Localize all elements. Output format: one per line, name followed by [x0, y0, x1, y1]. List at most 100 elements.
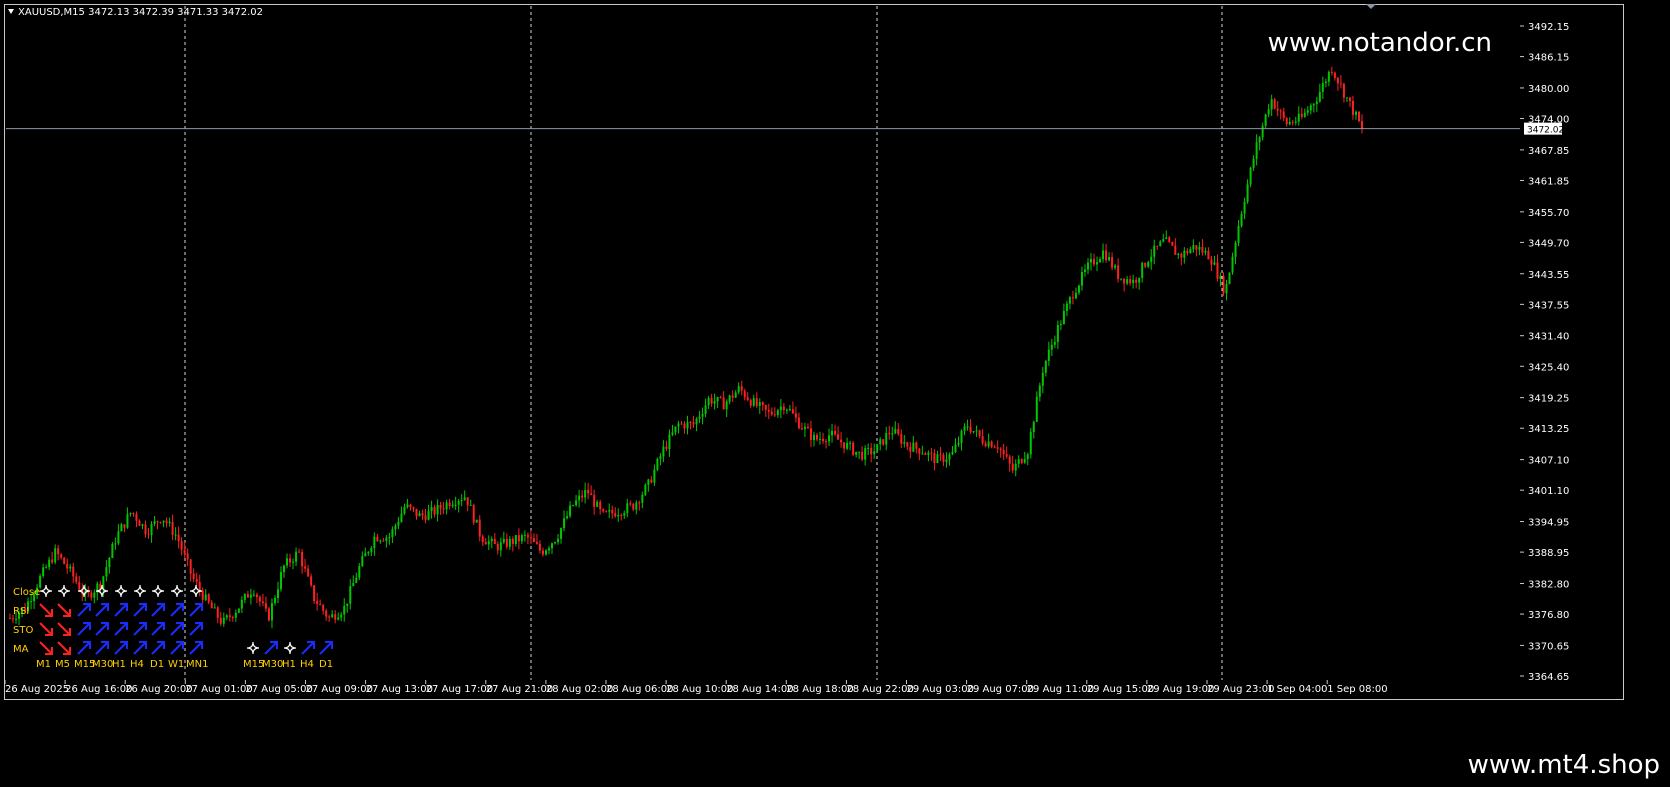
price-axis-label: 3394.95 [1528, 518, 1569, 529]
time-axis-label: 27 Aug 05:00 [245, 684, 312, 695]
candle-body [1312, 104, 1315, 106]
candle-body [698, 416, 701, 419]
candle-body [843, 442, 846, 449]
candle-body [168, 521, 171, 524]
candle-body [614, 513, 617, 517]
indicator-row-label: MA [13, 644, 29, 655]
candle-body [731, 395, 734, 398]
candle-body [45, 567, 48, 569]
candle-body [737, 386, 740, 393]
candle-body [1189, 249, 1192, 254]
candle-body [391, 529, 394, 538]
candle-body [975, 430, 978, 432]
timeframe-label: H4 [130, 659, 144, 670]
candle-body [900, 434, 903, 444]
candle-body [1123, 278, 1126, 284]
candle-body [945, 459, 948, 462]
candle-body [484, 542, 487, 545]
candle-body [1243, 201, 1246, 214]
price-chart[interactable]: XAUUSD,M15 3472.13 3472.39 3471.33 3472.… [0, 0, 1670, 702]
candle-body [51, 559, 54, 563]
time-axis-label: 26 Aug 20:00 [125, 684, 192, 695]
candle-body [424, 515, 427, 520]
chart-shift-marker-icon[interactable] [1366, 4, 1376, 9]
candle-body [876, 444, 879, 452]
candle-body [903, 442, 906, 444]
candle-body [770, 411, 773, 415]
candle-body [873, 451, 876, 455]
arrow-shaft [133, 603, 147, 617]
candle-body [132, 512, 135, 514]
candle-body [114, 543, 117, 545]
candle-body [888, 432, 891, 434]
candle-body [1014, 463, 1017, 471]
candle-body [915, 442, 918, 449]
candle-body [273, 598, 276, 604]
candle-body [1062, 311, 1065, 325]
candle-body [837, 434, 840, 440]
candle-body [560, 528, 563, 539]
candle-body [722, 397, 725, 410]
candle-body [1020, 459, 1023, 463]
candle-body [1216, 262, 1219, 279]
candle-body [1050, 344, 1053, 350]
candle-body [1234, 242, 1237, 257]
candle-body [1059, 324, 1062, 326]
price-axis-label: 3370.65 [1528, 641, 1569, 652]
candle-body [207, 594, 210, 603]
candle-body [523, 534, 526, 536]
candle-body [1327, 71, 1330, 82]
candle-body [1361, 121, 1363, 129]
arrow-shaft [57, 641, 71, 655]
candle-body [993, 447, 996, 449]
candle-body [490, 538, 493, 542]
candle-body [927, 452, 930, 455]
candle-body [662, 446, 665, 457]
candle-body [538, 543, 541, 551]
candle-body [704, 405, 707, 414]
candle-body [924, 453, 927, 455]
footer-band [0, 702, 1670, 787]
arrow-shaft [189, 603, 203, 617]
candle-body [599, 501, 602, 510]
star-icon [133, 584, 147, 598]
candle-body [183, 549, 186, 554]
candle-body [186, 553, 189, 560]
candle-body [1135, 279, 1138, 283]
arrow-shaft [170, 622, 184, 636]
price-axis-label: 3431.40 [1528, 332, 1569, 343]
candle-body [1153, 245, 1156, 257]
candle-body [445, 502, 448, 510]
star-icon [39, 584, 53, 598]
candle-body [906, 442, 909, 447]
candle-body [644, 484, 647, 495]
timeframe-label: W1 [168, 659, 184, 670]
candle-body [554, 542, 557, 544]
candle-body [219, 617, 222, 624]
candle-body [66, 564, 69, 569]
candle-body [590, 493, 593, 495]
candle-body [897, 429, 900, 435]
candle-body [307, 568, 310, 577]
price-axis-label: 3492.15 [1528, 22, 1569, 33]
candle-body [147, 534, 150, 536]
candle-body [671, 432, 674, 435]
candle-body [48, 559, 51, 568]
arrow-up-right-icon [95, 622, 109, 636]
candle-body [517, 535, 520, 542]
chart-menu-triangle-icon[interactable] [8, 9, 14, 14]
candle-body [785, 409, 788, 411]
candle-body [569, 505, 572, 517]
candle-body [1005, 454, 1008, 457]
candle-body [864, 448, 867, 460]
candle-body [267, 608, 270, 621]
time-axis-label: 27 Aug 01:00 [185, 684, 252, 695]
candle-body [791, 409, 794, 414]
arrow-down-right-icon [39, 603, 53, 617]
candle-body [1044, 360, 1047, 373]
candle-body [1038, 385, 1041, 397]
candle-body [388, 537, 391, 539]
candle-body [716, 397, 719, 402]
time-axis-label: 28 Aug 18:00 [786, 684, 853, 695]
candle-body [641, 494, 644, 503]
